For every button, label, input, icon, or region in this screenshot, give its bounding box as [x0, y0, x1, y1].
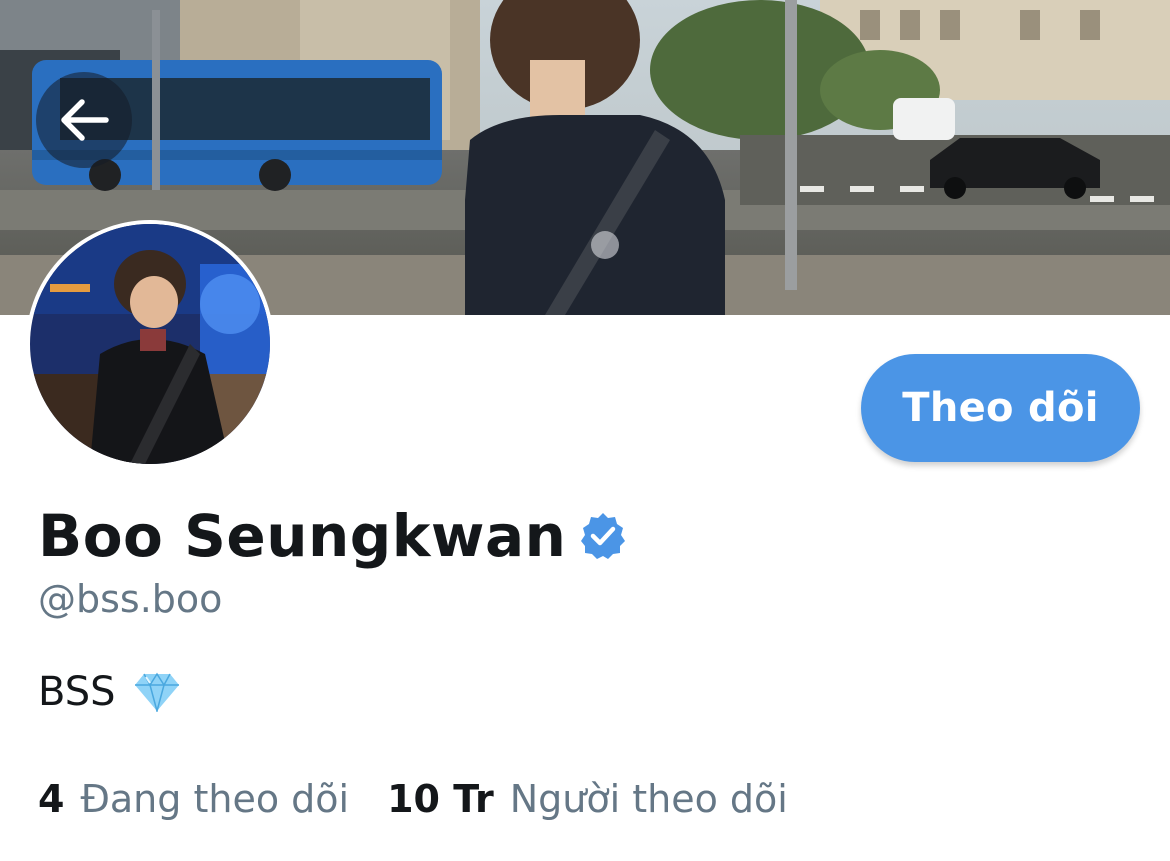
- following-label: Đang theo dõi: [80, 777, 350, 821]
- bio-text: BSS: [38, 669, 116, 715]
- display-name: Boo Seungkwan: [38, 502, 567, 570]
- avatar-photo: [30, 224, 270, 464]
- profile-stats: 4 Đang theo dõi 10 Tr Người theo dõi: [38, 774, 788, 824]
- follow-button[interactable]: Theo dõi: [861, 354, 1140, 462]
- followers-label: Người theo dõi: [509, 777, 788, 821]
- followers-count: 10 Tr: [387, 777, 494, 821]
- following-stat[interactable]: 4 Đang theo dõi: [38, 774, 349, 824]
- verified-badge-icon: [578, 511, 628, 561]
- profile-name-row: Boo Seungkwan: [38, 498, 628, 574]
- user-handle: @bss.boo: [38, 577, 223, 621]
- gem-stone-icon: [134, 672, 180, 712]
- bio: BSS: [38, 666, 180, 718]
- back-button[interactable]: [36, 72, 132, 168]
- arrow-left-icon: [58, 98, 110, 142]
- profile-page: Theo dõi Boo Seungkwan @bss.boo BSS 4 Đa…: [0, 0, 1170, 861]
- following-count: 4: [38, 777, 65, 821]
- followers-stat[interactable]: 10 Tr Người theo dõi: [387, 774, 788, 824]
- avatar[interactable]: [26, 220, 274, 468]
